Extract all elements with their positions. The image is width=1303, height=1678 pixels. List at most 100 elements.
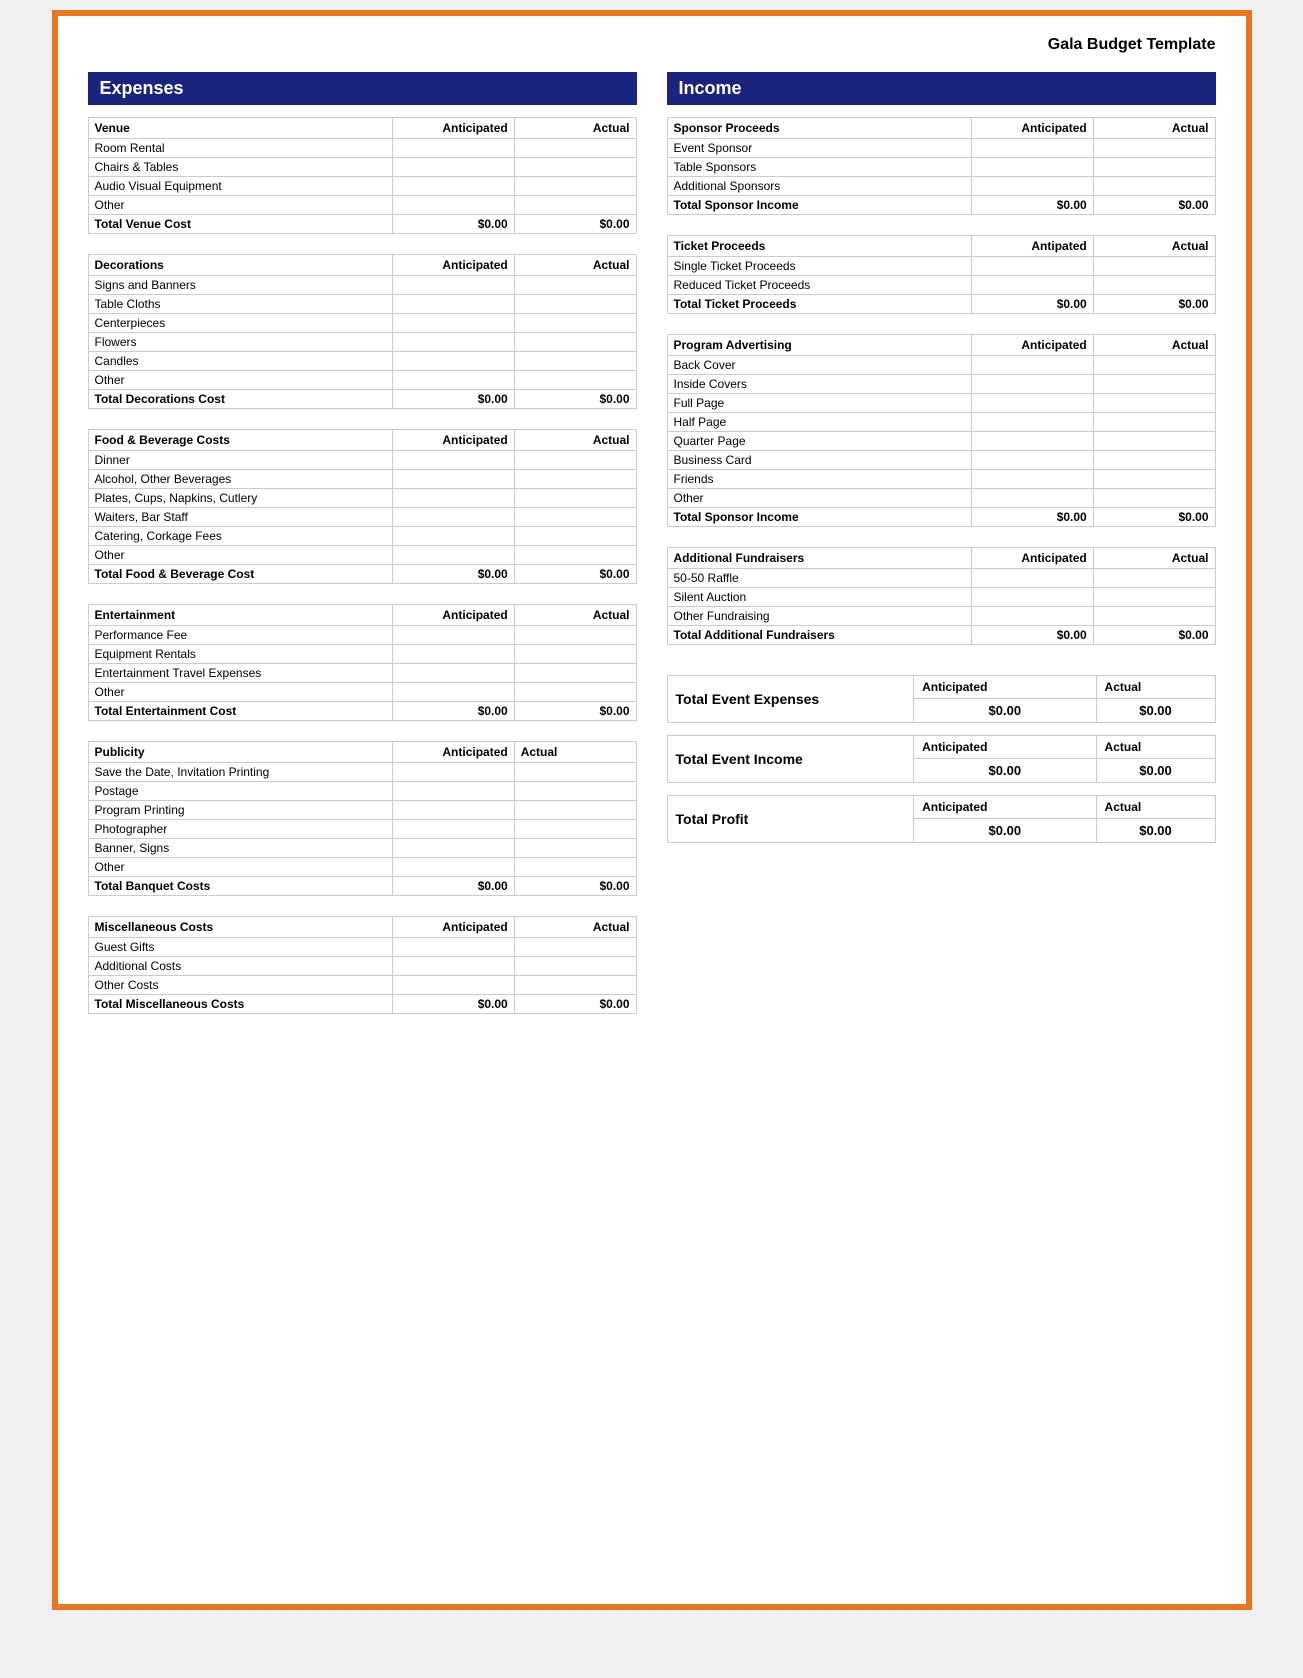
table-row: Signs and Banners (88, 276, 636, 295)
summary-area: Total Event Expenses Anticipated Actual … (667, 675, 1216, 843)
table-row: Additional Sponsors (667, 177, 1215, 196)
table-row: Other Costs (88, 976, 636, 995)
table-row: Other Fundraising (667, 607, 1215, 626)
program-advertising-total-actual: $0.00 (1093, 508, 1215, 527)
entertainment-anticipated-header: Anticipated (392, 605, 514, 626)
entertainment-table: Entertainment Anticipated Actual Perform… (88, 604, 637, 721)
publicity-total-actual: $0.00 (514, 877, 636, 896)
table-row: Other (88, 858, 636, 877)
total-expenses-anticipated-val: $0.00 (914, 699, 1096, 723)
fundraisers-actual-header: Actual (1093, 548, 1215, 569)
miscellaneous-actual-header: Actual (514, 917, 636, 938)
table-row: Performance Fee (88, 626, 636, 645)
decorations-total-anticipated: $0.00 (392, 390, 514, 409)
program-advertising-table: Program Advertising Anticipated Actual B… (667, 334, 1216, 527)
publicity-table: Publicity Anticipated Actual Save the Da… (88, 741, 637, 896)
table-row: Waiters, Bar Staff (88, 508, 636, 527)
decorations-table: Decorations Anticipated Actual Signs and… (88, 254, 637, 409)
food-beverage-header: Food & Beverage Costs (88, 430, 392, 451)
program-advertising-total-anticipated: $0.00 (971, 508, 1093, 527)
table-row: Additional Costs (88, 957, 636, 976)
total-income-actual-val: $0.00 (1096, 759, 1215, 783)
publicity-anticipated-header: Anticipated (392, 742, 514, 763)
entertainment-actual-header: Actual (514, 605, 636, 626)
fundraisers-header: Additional Fundraisers (667, 548, 971, 569)
table-row: Candles (88, 352, 636, 371)
decorations-total-actual: $0.00 (514, 390, 636, 409)
sponsor-total-actual: $0.00 (1093, 196, 1215, 215)
publicity-header: Publicity (88, 742, 392, 763)
sponsor-total-anticipated: $0.00 (971, 196, 1093, 215)
table-row: 50-50 Raffle (667, 569, 1215, 588)
table-row: Quarter Page (667, 432, 1215, 451)
total-expenses-anticipated-head: Anticipated (914, 676, 1096, 699)
publicity-actual-header: Actual (514, 742, 636, 763)
sponsor-anticipated-header: Anticipated (971, 118, 1093, 139)
table-row: Entertainment Travel Expenses (88, 664, 636, 683)
income-column: Income Sponsor Proceeds Anticipated Actu… (667, 72, 1216, 1034)
table-row: Photographer (88, 820, 636, 839)
entertainment-total-anticipated: $0.00 (392, 702, 514, 721)
entertainment-header: Entertainment (88, 605, 392, 626)
fundraisers-table: Additional Fundraisers Anticipated Actua… (667, 547, 1216, 645)
table-row: Silent Auction (667, 588, 1215, 607)
miscellaneous-total-anticipated: $0.00 (392, 995, 514, 1014)
venue-table: Venue Anticipated Actual Room RentalChai… (88, 117, 637, 234)
table-row: Chairs & Tables (88, 158, 636, 177)
food-beverage-table: Food & Beverage Costs Anticipated Actual… (88, 429, 637, 584)
table-row: Postage (88, 782, 636, 801)
table-row: Full Page (667, 394, 1215, 413)
venue-total-label: Total Venue Cost (88, 215, 392, 234)
total-profit-label: Total Profit (667, 796, 914, 843)
table-row: Plates, Cups, Napkins, Cutlery (88, 489, 636, 508)
table-row: Equipment Rentals (88, 645, 636, 664)
fundraisers-total-anticipated: $0.00 (971, 626, 1093, 645)
ticket-header: Ticket Proceeds (667, 236, 971, 257)
sponsor-table: Sponsor Proceeds Anticipated Actual Even… (667, 117, 1216, 215)
total-profit-anticipated-val: $0.00 (914, 819, 1096, 843)
table-row: Business Card (667, 451, 1215, 470)
sponsor-total-label: Total Sponsor Income (667, 196, 971, 215)
miscellaneous-header: Miscellaneous Costs (88, 917, 392, 938)
food-beverage-anticipated-header: Anticipated (392, 430, 514, 451)
program-advertising-header: Program Advertising (667, 335, 971, 356)
table-row: Flowers (88, 333, 636, 352)
ticket-total-anticipated: $0.00 (971, 295, 1093, 314)
table-row: Save the Date, Invitation Printing (88, 763, 636, 782)
table-row: Centerpieces (88, 314, 636, 333)
expenses-column: Expenses Venue Anticipated Actual Room R… (88, 72, 637, 1034)
table-row: Banner, Signs (88, 839, 636, 858)
total-profit-summary: Total Profit Anticipated Actual $0.00 $0… (667, 795, 1216, 843)
decorations-anticipated-header: Anticipated (392, 255, 514, 276)
total-income-label: Total Event Income (667, 736, 914, 783)
table-row: Inside Covers (667, 375, 1215, 394)
entertainment-total-label: Total Entertainment Cost (88, 702, 392, 721)
ticket-total-actual: $0.00 (1093, 295, 1215, 314)
total-income-actual-head: Actual (1096, 736, 1215, 759)
total-income-anticipated-val: $0.00 (914, 759, 1096, 783)
fundraisers-total-label: Total Additional Fundraisers (667, 626, 971, 645)
total-profit-actual-val: $0.00 (1096, 819, 1215, 843)
food-beverage-total-label: Total Food & Beverage Cost (88, 565, 392, 584)
table-row: Single Ticket Proceeds (667, 257, 1215, 276)
table-row: Table Cloths (88, 295, 636, 314)
table-row: Alcohol, Other Beverages (88, 470, 636, 489)
page-title: Gala Budget Template (88, 36, 1216, 54)
table-row: Back Cover (667, 356, 1215, 375)
miscellaneous-total-actual: $0.00 (514, 995, 636, 1014)
miscellaneous-total-label: Total Miscellaneous Costs (88, 995, 392, 1014)
food-beverage-total-actual: $0.00 (514, 565, 636, 584)
fundraisers-total-actual: $0.00 (1093, 626, 1215, 645)
table-row: Program Printing (88, 801, 636, 820)
sponsor-header: Sponsor Proceeds (667, 118, 971, 139)
table-row: Event Sponsor (667, 139, 1215, 158)
table-row: Room Rental (88, 139, 636, 158)
food-beverage-total-anticipated: $0.00 (392, 565, 514, 584)
venue-total-anticipated: $0.00 (392, 215, 514, 234)
ticket-anticipated-header: Antipated (971, 236, 1093, 257)
fundraisers-anticipated-header: Anticipated (971, 548, 1093, 569)
ticket-total-label: Total Ticket Proceeds (667, 295, 971, 314)
food-beverage-actual-header: Actual (514, 430, 636, 451)
program-advertising-total-label: Total Sponsor Income (667, 508, 971, 527)
table-row: Other (88, 546, 636, 565)
